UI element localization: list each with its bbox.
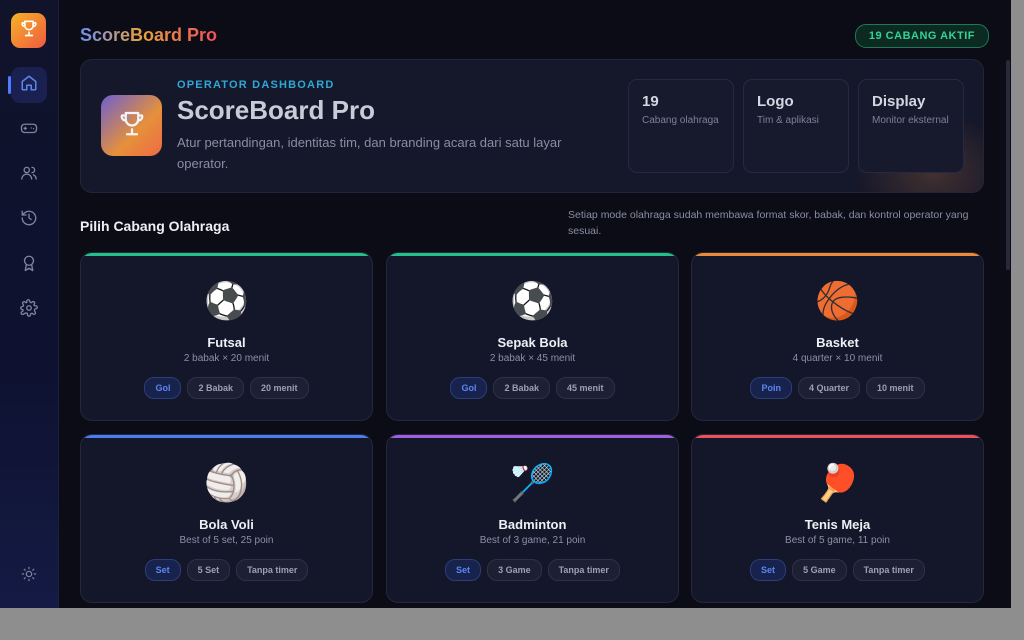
hero-panel: OPERATOR DASHBOARD ScoreBoard Pro Atur p… [80, 59, 984, 193]
stat-value: Logo [757, 93, 794, 110]
sport-format: Best of 5 set, 25 poin [179, 535, 274, 546]
history-icon [20, 209, 38, 232]
chip-timer: 20 menit [250, 377, 309, 399]
brand-title: ScoreBoard Pro [80, 25, 218, 45]
trophy-icon [117, 108, 147, 143]
sport-card-basket[interactable]: 🏀 Basket 4 quarter × 10 menit Poin 4 Qua… [691, 252, 984, 421]
chip-timer: Tanpa timer [547, 559, 620, 581]
nav-matches[interactable] [11, 112, 47, 148]
scrollbar-thumb[interactable] [1006, 60, 1010, 270]
sport-name: Tenis Meja [804, 517, 871, 532]
chip-group: Set 5 Game Tanpa timer [692, 559, 983, 581]
gamepad-icon [20, 119, 38, 142]
chip-group: Gol 2 Babak 45 menit [387, 377, 678, 399]
card-accent-bar [81, 253, 372, 256]
chip-score-type: Poin [750, 377, 792, 399]
sport-format: Best of 5 game, 11 poin [785, 535, 890, 546]
sport-card-futsal[interactable]: ⚽ Futsal 2 babak × 20 menit Gol 2 Babak … [80, 252, 373, 421]
award-icon [20, 254, 38, 277]
hero-title: ScoreBoard Pro [177, 95, 375, 125]
hero-logo [101, 95, 162, 156]
sport-format: 4 quarter × 10 menit [792, 353, 883, 364]
chip-score-type: Set [445, 559, 482, 581]
sport-card-bola-voli[interactable]: 🏐 Bola Voli Best of 5 set, 25 poin Set 5… [80, 434, 373, 603]
chip-group: Set 3 Game Tanpa timer [387, 559, 678, 581]
chip-group: Gol 2 Babak 20 menit [81, 377, 372, 399]
chip-timer: Tanpa timer [852, 559, 925, 581]
sun-icon [21, 566, 37, 587]
badminton-icon: 🏸 [510, 462, 555, 503]
chip-group: Set 5 Set Tanpa timer [81, 559, 372, 581]
chip-score-type: Gol [450, 377, 488, 399]
section-note: Setiap mode olahraga sudah membawa forma… [568, 209, 969, 237]
volleyball-icon: 🏐 [204, 462, 249, 503]
sport-card-tenis-meja[interactable]: 🏓 Tenis Meja Best of 5 game, 11 poin Set… [691, 434, 984, 603]
card-accent-bar [81, 435, 372, 438]
ping-pong-icon: 🏓 [815, 462, 860, 503]
sport-name: Basket [816, 335, 859, 350]
nav-awards[interactable] [11, 247, 47, 283]
sport-format: Best of 3 game, 21 poin [479, 535, 586, 546]
nav-history[interactable] [11, 202, 47, 238]
app-window: ScoreBoard Pro 19 CABANG AKTIF OPERATOR … [0, 0, 1011, 608]
stat-card-display: Display Monitor eksternal [858, 79, 964, 173]
nav-home[interactable] [8, 67, 47, 103]
chip-timer: 10 menit [866, 377, 925, 399]
chip-periods: 5 Set [186, 559, 231, 581]
card-accent-bar [387, 253, 678, 256]
sport-format: 2 babak × 20 menit [183, 353, 270, 364]
sidebar [0, 0, 59, 608]
stat-card-logo: Logo Tim & aplikasi [743, 79, 849, 173]
stat-label: Tim & aplikasi [757, 115, 819, 126]
nav-settings[interactable] [11, 292, 47, 328]
stat-label: Cabang olahraga [642, 115, 719, 126]
sport-card-badminton[interactable]: 🏸 Badminton Best of 3 game, 21 poin Set … [386, 434, 679, 603]
card-accent-bar [692, 253, 983, 256]
sport-name: Bola Voli [199, 517, 254, 532]
stat-label: Monitor eksternal [872, 115, 949, 126]
chip-periods: 2 Babak [187, 377, 244, 399]
app-logo[interactable] [11, 13, 46, 48]
soccer-ball-icon: ⚽ [510, 280, 555, 321]
home-icon [20, 74, 38, 97]
stat-value: Display [872, 93, 926, 110]
chip-score-type: Set [144, 559, 181, 581]
chip-periods: 2 Babak [493, 377, 550, 399]
section-title: Pilih Cabang Olahraga [80, 218, 230, 234]
main-content: ScoreBoard Pro 19 CABANG AKTIF OPERATOR … [58, 0, 1011, 608]
hero-eyebrow: OPERATOR DASHBOARD [177, 79, 335, 91]
chip-periods: 5 Game [792, 559, 847, 581]
sport-card-sepak-bola[interactable]: ⚽ Sepak Bola 2 babak × 45 menit Gol 2 Ba… [386, 252, 679, 421]
chip-timer: Tanpa timer [236, 559, 309, 581]
trophy-icon [19, 18, 39, 43]
chip-periods: 3 Game [487, 559, 542, 581]
card-accent-bar [692, 435, 983, 438]
stat-card-sports: 19 Cabang olahraga [628, 79, 734, 173]
chip-group: Poin 4 Quarter 10 menit [692, 377, 983, 399]
chip-periods: 4 Quarter [797, 377, 860, 399]
chip-score-type: Set [750, 559, 787, 581]
active-sports-badge: 19 CABANG AKTIF [854, 24, 989, 48]
hero-description: Atur pertandingan, identitas tim, dan br… [177, 135, 562, 171]
card-accent-bar [387, 435, 678, 438]
nav-teams[interactable] [11, 157, 47, 193]
sport-format: 2 babak × 45 menit [489, 353, 576, 364]
sport-name: Futsal [207, 335, 246, 350]
chip-timer: 45 menit [556, 377, 615, 399]
sport-name: Sepak Bola [497, 335, 568, 350]
sport-name: Badminton [498, 517, 567, 532]
gear-icon [20, 298, 38, 322]
stat-value: 19 [642, 93, 659, 110]
theme-toggle[interactable] [11, 558, 47, 594]
users-icon [20, 164, 38, 187]
chip-score-type: Gol [144, 377, 182, 399]
basketball-icon: 🏀 [815, 280, 860, 321]
soccer-ball-icon: ⚽ [204, 280, 249, 321]
